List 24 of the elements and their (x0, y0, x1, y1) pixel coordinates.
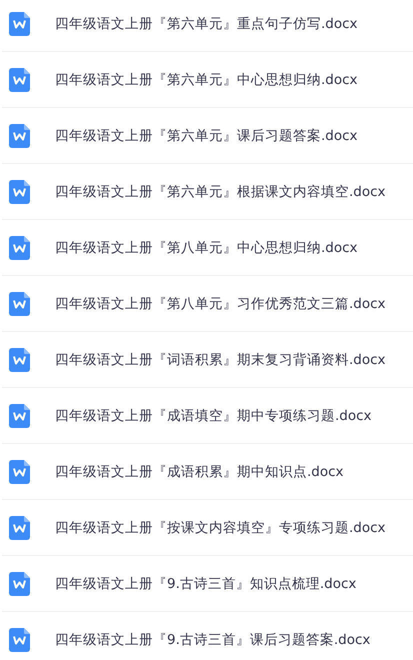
file-name[interactable]: 四年级语文上册『9.古诗三首』课后习题答案.docx (55, 630, 370, 648)
word-document-icon (9, 348, 30, 372)
word-document-icon (9, 12, 30, 36)
word-document-icon (9, 460, 30, 484)
file-name[interactable]: 四年级语文上册『第八单元』习作优秀范文三篇.docx (55, 294, 386, 312)
file-name[interactable]: 四年级语文上册『按课文内容填空』专项练习题.docx (55, 518, 386, 536)
word-document-icon (9, 124, 30, 148)
file-name[interactable]: 四年级语文上册『第六单元』重点句子仿写.docx (55, 14, 358, 32)
file-name[interactable]: 四年级语文上册『第六单元』课后习题答案.docx (55, 126, 358, 144)
word-document-icon (9, 516, 30, 540)
word-document-icon (9, 236, 30, 260)
word-document-icon (9, 292, 30, 316)
word-document-icon (9, 404, 30, 428)
file-name[interactable]: 四年级语文上册『成语填空』期中专项练习题.docx (55, 406, 372, 424)
file-name[interactable]: 四年级语文上册『第八单元』中心思想归纳.docx (55, 238, 358, 256)
file-name[interactable]: 四年级语文上册『成语积累』期中知识点.docx (55, 462, 344, 480)
file-name[interactable]: 四年级语文上册『第六单元』根据课文内容填空.docx (55, 182, 386, 200)
word-document-icon (9, 572, 30, 596)
word-document-icon (9, 180, 30, 204)
file-name[interactable]: 四年级语文上册『9.古诗三首』知识点梳理.docx (55, 574, 356, 592)
file-name[interactable]: 四年级语文上册『词语积累』期末复习背诵资料.docx (55, 350, 386, 368)
word-document-icon (9, 68, 30, 92)
word-document-icon (9, 628, 30, 652)
file-name[interactable]: 四年级语文上册『第六单元』中心思想归纳.docx (55, 70, 358, 88)
